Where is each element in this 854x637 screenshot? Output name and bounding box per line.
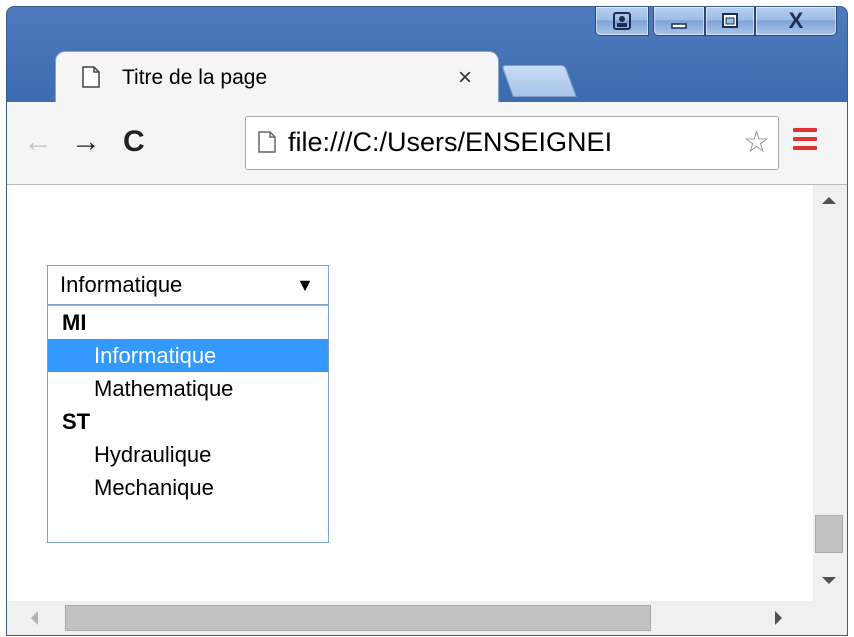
option-mechanique[interactable]: Mechanique (48, 471, 328, 504)
scroll-right-arrow-icon[interactable] (775, 611, 782, 625)
menu-bar-line (793, 137, 817, 141)
tab-title: Titre de la page (122, 66, 268, 89)
browser-toolbar: ← → C file:///C:/Users/ENSEIGNEI ☆ (7, 102, 847, 185)
tab-active[interactable]: Titre de la page × (55, 51, 499, 104)
minimize-button[interactable] (653, 7, 705, 36)
vertical-scrollbar[interactable] (813, 185, 847, 601)
page-icon (82, 66, 100, 88)
optgroup-label: MI (62, 310, 87, 335)
page-icon (258, 131, 276, 153)
select-dropdown-list: MI Informatique Mathematique ST Hydrauli… (47, 305, 329, 543)
reload-icon[interactable]: C (123, 124, 145, 160)
close-icon: X (788, 8, 804, 33)
vertical-scroll-thumb[interactable] (815, 515, 843, 553)
horizontal-scrollbar[interactable] (7, 601, 813, 635)
select-current-value: Informatique (60, 272, 183, 297)
maximize-icon (722, 13, 738, 28)
new-tab-button[interactable] (501, 65, 577, 97)
scroll-left-arrow-icon[interactable] (31, 611, 38, 625)
filiere-select[interactable]: Informatique ▼ (47, 265, 329, 305)
window-caption-buttons: X (595, 7, 837, 37)
url-text[interactable]: file:///C:/Users/ENSEIGNEI (288, 127, 730, 158)
maximize-button[interactable] (705, 7, 755, 36)
hamburger-menu-icon[interactable] (793, 128, 817, 155)
scroll-up-arrow-icon[interactable] (822, 197, 836, 204)
dropdown-arrow-icon[interactable]: ▼ (296, 266, 314, 304)
horizontal-scroll-thumb[interactable] (65, 605, 651, 631)
option-mathematique[interactable]: Mathematique (48, 372, 328, 405)
page-content: Informatique ▼ MI Informatique Mathemati… (7, 185, 847, 635)
browser-window: X Titre de la page × ← → C file:///C:/Us… (6, 6, 848, 636)
menu-bar-line (793, 128, 817, 132)
address-bar[interactable]: file:///C:/Users/ENSEIGNEI ☆ (245, 116, 779, 170)
user-icon (613, 12, 631, 30)
tab-close-icon[interactable]: × (458, 66, 472, 90)
close-window-button[interactable]: X (755, 7, 837, 36)
forward-arrow-icon[interactable]: → (71, 124, 101, 160)
bookmark-star-icon[interactable]: ☆ (743, 127, 770, 159)
minimize-icon (671, 23, 687, 29)
scrollbar-corner (813, 601, 847, 635)
scroll-down-arrow-icon[interactable] (822, 577, 836, 584)
option-hydraulique[interactable]: Hydraulique (48, 438, 328, 471)
menu-bar-line (793, 146, 817, 150)
optgroup-label: ST (62, 409, 91, 434)
user-profile-button[interactable] (595, 7, 649, 36)
option-informatique[interactable]: Informatique (48, 339, 328, 372)
back-arrow-icon[interactable]: ← (23, 124, 53, 160)
